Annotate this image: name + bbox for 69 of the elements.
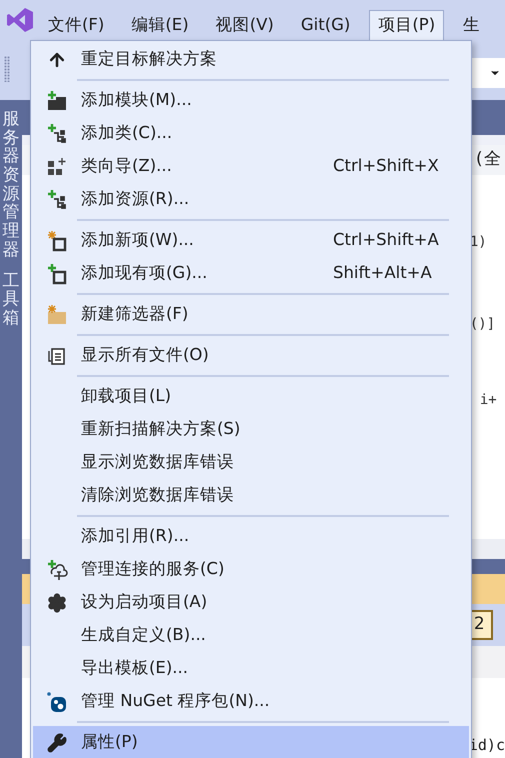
- menu-item-label: 导出模板(E)...: [81, 657, 190, 680]
- menu-item[interactable]: 添加模块(M)...: [33, 84, 469, 117]
- menu-tab[interactable]: 编辑(E): [123, 10, 197, 40]
- shortcut-text: Ctrl+Shift+A: [333, 229, 439, 252]
- add-class-icon: [46, 122, 68, 144]
- menu-item-label: 管理连接的服务(C): [81, 558, 226, 580]
- cloud-plug-icon: [46, 558, 68, 580]
- menu-item[interactable]: 清除浏览数据库错误: [33, 479, 469, 512]
- menu-item[interactable]: 设为启动项目(A): [33, 586, 469, 619]
- class-wizard-icon: [46, 156, 68, 178]
- menu-item-label: 添加资源(R)...: [81, 188, 190, 210]
- settings-icon: [47, 592, 67, 612]
- menu-item[interactable]: 显示浏览数据库错误: [33, 446, 469, 479]
- menu-tab[interactable]: 项目(P): [369, 10, 444, 40]
- code-text: (全: [474, 148, 502, 172]
- menu-item[interactable]: 重定目标解决方案: [33, 43, 469, 76]
- wrench-icon: [47, 732, 67, 752]
- menu-tab[interactable]: 视图(V): [208, 10, 282, 40]
- code-text: i+: [480, 390, 497, 410]
- menu-item[interactable]: 生成自定义(B)...: [33, 619, 469, 652]
- menu-tab[interactable]: 生: [455, 10, 488, 40]
- menu-item-label: 清除浏览数据库错误: [81, 484, 235, 506]
- menu-item[interactable]: 新建筛选器(F): [33, 298, 469, 331]
- menu-item-label: 添加新项(W)...: [81, 229, 195, 252]
- menu-item[interactable]: 添加新项(W)... Ctrl+Shift+A: [33, 224, 469, 257]
- add-module-icon: [46, 90, 68, 112]
- menu-item-label: 添加现有项(G)...: [81, 262, 208, 284]
- package-icon: [46, 690, 68, 712]
- new-item-icon: [46, 230, 68, 252]
- menu-item-label: 添加引用(R)...: [81, 525, 190, 548]
- menu-item-label: 显示浏览数据库错误: [81, 451, 235, 474]
- menu-tab[interactable]: 文件(F): [40, 10, 112, 40]
- code-text: ()]: [470, 314, 496, 334]
- add-resource-icon: [46, 188, 68, 210]
- menu-item-label: 显示所有文件(O): [81, 344, 210, 366]
- menu-item[interactable]: 管理 NuGet 程序包(N)...: [33, 685, 469, 718]
- menu-item[interactable]: 添加类(C)...: [33, 117, 469, 150]
- menu-item-label: 卸载项目(L): [81, 385, 172, 408]
- menu-item[interactable]: 导出模板(E)...: [33, 652, 469, 685]
- menu-item-label: 添加模块(M)...: [81, 89, 193, 112]
- menu-item[interactable]: 添加现有项(G)... Shift+Alt+A: [33, 257, 469, 290]
- menu-item-label: 设为启动项目(A): [81, 591, 208, 614]
- menu-item-label: 添加类(C)...: [81, 122, 174, 144]
- code-text: 1): [470, 232, 487, 252]
- menu-item[interactable]: 类向导(Z)... Ctrl+Shift+X: [33, 150, 469, 183]
- menu-item[interactable]: 属性(P): [33, 726, 469, 758]
- menu-item-label: 重定目标解决方案: [81, 48, 218, 70]
- menu-tab[interactable]: Git(G): [292, 10, 358, 40]
- logo-icon: [6, 6, 34, 34]
- sidebar-tab[interactable]: 工具箱: [2, 272, 20, 328]
- grip-handle[interactable]: [4, 56, 10, 82]
- menu-item[interactable]: 卸载项目(L): [33, 380, 469, 413]
- code-text: id)c: [468, 734, 505, 756]
- menu-item[interactable]: 添加引用(R)...: [33, 520, 469, 553]
- menu-item-label: 类向导(Z)...: [81, 155, 173, 178]
- menu-item-label: 管理 NuGet 程序包(N)...: [81, 690, 271, 712]
- menu-item-label: 生成自定义(B)...: [81, 624, 207, 646]
- menu-item[interactable]: 显示所有文件(O): [33, 339, 469, 372]
- shortcut-text: Shift+Alt+A: [333, 262, 432, 284]
- menu-item-label: 属性(P): [81, 731, 139, 754]
- sidebar-tab[interactable]: 服务器资源管理器: [2, 110, 20, 260]
- menu-item-label: 重新扫描解决方案(S): [81, 418, 242, 440]
- shortcut-text: Ctrl+Shift+X: [333, 155, 439, 178]
- new-folder-icon: [46, 304, 68, 326]
- menu-item[interactable]: 添加资源(R)...: [33, 183, 469, 216]
- menu-item-label: 新建筛选器(F): [81, 303, 190, 326]
- menu-item[interactable]: 重新扫描解决方案(S): [33, 413, 469, 446]
- existing-item-icon: [46, 262, 68, 284]
- menu-item[interactable]: 管理连接的服务(C): [33, 553, 469, 586]
